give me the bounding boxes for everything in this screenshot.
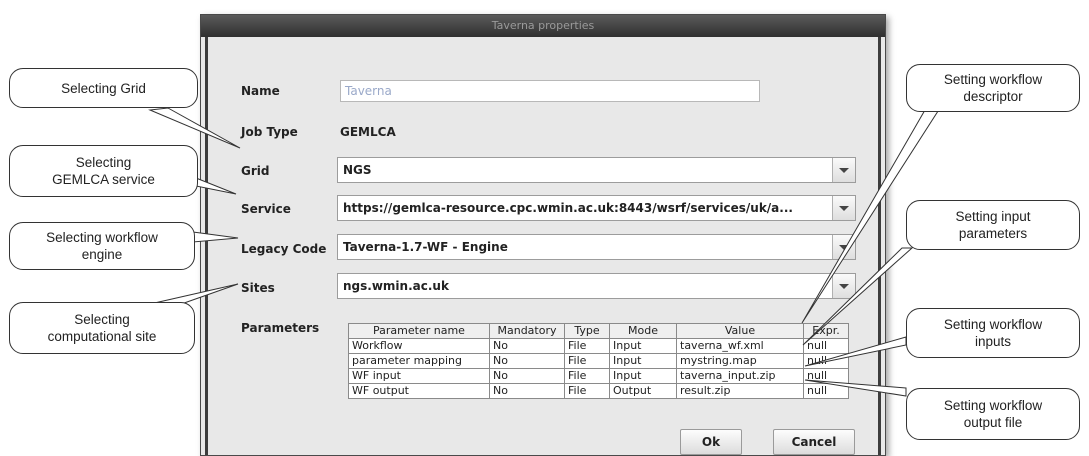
callout-text: Setting input <box>955 209 1031 224</box>
callout-text: Setting workflow <box>943 398 1043 413</box>
callout-text: parameters <box>958 226 1028 241</box>
callout-selecting-grid: Selecting Grid <box>9 68 198 108</box>
leader-engine <box>192 231 239 243</box>
leader-grid <box>148 107 241 149</box>
callout-text: Selecting Grid <box>61 80 146 96</box>
callout-workflow-descriptor: Setting workflow descriptor <box>906 64 1080 112</box>
callout-selecting-engine: Selecting workflow engine <box>9 222 195 270</box>
callout-text: Setting workflow <box>943 72 1043 87</box>
callout-input-parameters: Setting input parameters <box>906 200 1080 250</box>
callout-workflow-inputs: Setting workflow inputs <box>906 308 1080 358</box>
callout-text: Setting workflow <box>943 317 1043 332</box>
leader-service <box>195 177 237 195</box>
callout-text: Selecting workflow <box>46 230 158 245</box>
callout-text: inputs <box>974 334 1012 349</box>
callout-text: output file <box>963 415 1023 430</box>
callout-text: Selecting <box>75 155 132 170</box>
callout-text: computational site <box>47 329 157 344</box>
callout-text: descriptor <box>963 89 1023 104</box>
callout-workflow-output: Setting workflow output file <box>906 388 1080 440</box>
callout-text: GEMLCA service <box>52 172 155 187</box>
leader-inputs <box>804 336 907 367</box>
callout-text: Selecting <box>74 312 130 327</box>
leader-output <box>804 379 907 397</box>
callout-text: engine <box>81 247 123 262</box>
callout-selecting-site: Selecting computational site <box>9 302 195 354</box>
callout-selecting-service: Selecting GEMLCA service <box>9 145 198 197</box>
